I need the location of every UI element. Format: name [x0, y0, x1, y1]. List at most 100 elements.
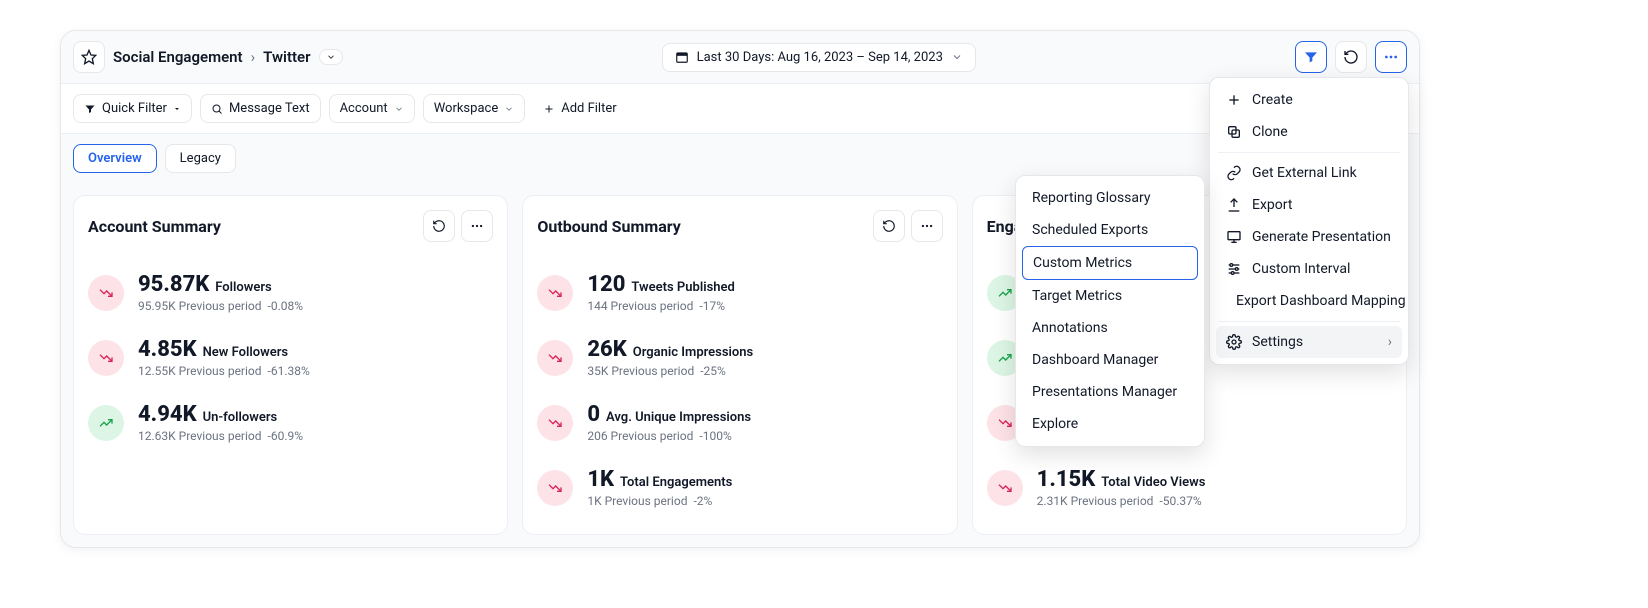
metric-row: 1K Total Engagements 1K Previous period-2%: [537, 455, 942, 520]
filter-icon: [1303, 49, 1319, 65]
trend-down-icon: [997, 415, 1013, 431]
breadcrumb-dropdown[interactable]: [319, 49, 343, 65]
trend-down-icon: [98, 285, 114, 301]
metric-row: 120 Tweets Published 144 Previous period-1…: [537, 260, 942, 325]
breadcrumb[interactable]: Social Engagement › Twitter: [113, 48, 343, 66]
trend-bubble: [987, 470, 1023, 506]
chevron-down-icon: [394, 104, 404, 114]
card-more-button[interactable]: [461, 210, 493, 242]
menu-settings[interactable]: Settings ›: [1216, 326, 1402, 358]
metric-sub: 1K Previous period-2%: [587, 494, 732, 508]
trend-bubble: [537, 405, 573, 441]
menu-generate-presentation[interactable]: Generate Presentation: [1216, 221, 1402, 253]
star-icon: [81, 49, 97, 65]
trend-bubble: [88, 405, 124, 441]
card-outbound-summary: Outbound Summary 120Tweets Published144 …: [522, 195, 957, 535]
submenu-presentations-manager[interactable]: Presentations Manager: [1022, 376, 1198, 408]
trend-down-icon: [547, 480, 563, 496]
metric-label: Un-followers: [203, 410, 278, 425]
metric-value: 4.94K: [138, 402, 197, 427]
metric-label: Avg. Unique Impressions: [606, 410, 751, 425]
refresh-button[interactable]: [1335, 41, 1367, 73]
breadcrumb-root: Social Engagement: [113, 48, 243, 66]
tab-legacy[interactable]: Legacy: [165, 144, 236, 173]
refresh-icon: [432, 219, 446, 233]
topbar: Social Engagement › Twitter Last 30 Days…: [61, 31, 1419, 84]
account-filter[interactable]: Account: [329, 94, 415, 123]
card-account-summary: Account Summary 95.87KFollowers95.95K Pr…: [73, 195, 508, 535]
metric-sub: 35K Previous period-25%: [587, 364, 753, 378]
metric-value: 120: [587, 272, 625, 297]
copy-icon: [1226, 124, 1242, 140]
trend-bubble: [88, 340, 124, 376]
metric-sub: 144 Previous period-17%: [587, 299, 735, 313]
breadcrumb-leaf: Twitter: [263, 48, 310, 66]
trend-up-icon: [997, 350, 1013, 366]
sliders-icon: [1226, 261, 1242, 277]
submenu-dashboard-manager[interactable]: Dashboard Manager: [1022, 344, 1198, 376]
submenu-annotations[interactable]: Annotations: [1022, 312, 1198, 344]
menu-export-mapping[interactable]: Export Dashboard Mapping: [1216, 285, 1402, 317]
tab-overview[interactable]: Overview: [73, 144, 157, 173]
filter-icon: [84, 103, 96, 115]
favorite-button[interactable]: [73, 41, 105, 73]
refresh-icon: [882, 219, 896, 233]
metric-row: 0 Avg. Unique Impressions 206 Previous per…: [537, 390, 942, 455]
submenu-scheduled-exports[interactable]: Scheduled Exports: [1022, 214, 1198, 246]
menu-external-link[interactable]: Get External Link: [1216, 157, 1402, 189]
trend-down-icon: [547, 350, 563, 366]
settings-submenu: Reporting Glossary Scheduled Exports Cus…: [1015, 175, 1205, 447]
menu-create[interactable]: Create: [1216, 84, 1402, 116]
metric-value: 95.87K: [138, 272, 209, 297]
plus-icon: [543, 103, 555, 115]
date-range-picker[interactable]: Last 30 Days: Aug 16, 2023 – Sep 14, 202…: [662, 43, 976, 72]
metric-label: Followers: [215, 280, 271, 295]
chevron-down-icon: [326, 52, 336, 62]
menu-custom-interval[interactable]: Custom Interval: [1216, 253, 1402, 285]
metric-label: New Followers: [203, 345, 288, 360]
chevron-right-icon: ›: [251, 48, 256, 66]
metric-label: Tweets Published: [631, 280, 734, 295]
chevron-down-icon: [951, 51, 963, 63]
message-text-filter[interactable]: Message Text: [200, 94, 321, 123]
filter-button[interactable]: [1295, 41, 1327, 73]
submenu-explore[interactable]: Explore: [1022, 408, 1198, 440]
search-icon: [211, 103, 223, 115]
presentation-icon: [1226, 229, 1242, 245]
trend-up-icon: [997, 285, 1013, 301]
more-menu: Create Clone Get External Link Export Ge…: [1209, 77, 1409, 365]
menu-clone[interactable]: Clone: [1216, 116, 1402, 148]
trend-down-icon: [547, 415, 563, 431]
metric-sub: 206 Previous period-100%: [587, 429, 751, 443]
metric-sub: 2.31K Previous period-50.37%: [1037, 494, 1206, 508]
ellipsis-icon: [1383, 49, 1399, 65]
metric-label: Total Engagements: [620, 475, 732, 490]
submenu-reporting-glossary[interactable]: Reporting Glossary: [1022, 182, 1198, 214]
link-icon: [1226, 165, 1242, 181]
card-refresh-button[interactable]: [873, 210, 905, 242]
metric-value: 4.85K: [138, 337, 197, 362]
workspace-filter[interactable]: Workspace: [423, 94, 526, 123]
quick-filter-button[interactable]: Quick Filter: [73, 94, 192, 123]
metric-label: Total Video Views: [1101, 475, 1205, 490]
metric-value: 1.15K: [1037, 467, 1096, 492]
caret-down-icon: [173, 105, 181, 113]
submenu-target-metrics[interactable]: Target Metrics: [1022, 280, 1198, 312]
upload-icon: [1226, 197, 1242, 213]
trend-bubble: [88, 275, 124, 311]
metric-value: 1K: [587, 467, 614, 492]
submenu-custom-metrics[interactable]: Custom Metrics: [1022, 246, 1198, 280]
card-refresh-button[interactable]: [423, 210, 455, 242]
metric-value: 0: [587, 402, 600, 427]
card-more-button[interactable]: [911, 210, 943, 242]
metric-row: 95.87KFollowers95.95K Previous period-0.…: [88, 260, 493, 325]
ellipsis-icon: [470, 219, 484, 233]
trend-bubble: [537, 275, 573, 311]
metric-sub: 12.55K Previous period-61.38%: [138, 364, 310, 378]
add-filter-button[interactable]: Add Filter: [533, 95, 626, 122]
trend-bubble: [537, 340, 573, 376]
menu-export[interactable]: Export: [1216, 189, 1402, 221]
more-button[interactable]: [1375, 41, 1407, 73]
trend-down-icon: [547, 285, 563, 301]
trend-down-icon: [997, 480, 1013, 496]
